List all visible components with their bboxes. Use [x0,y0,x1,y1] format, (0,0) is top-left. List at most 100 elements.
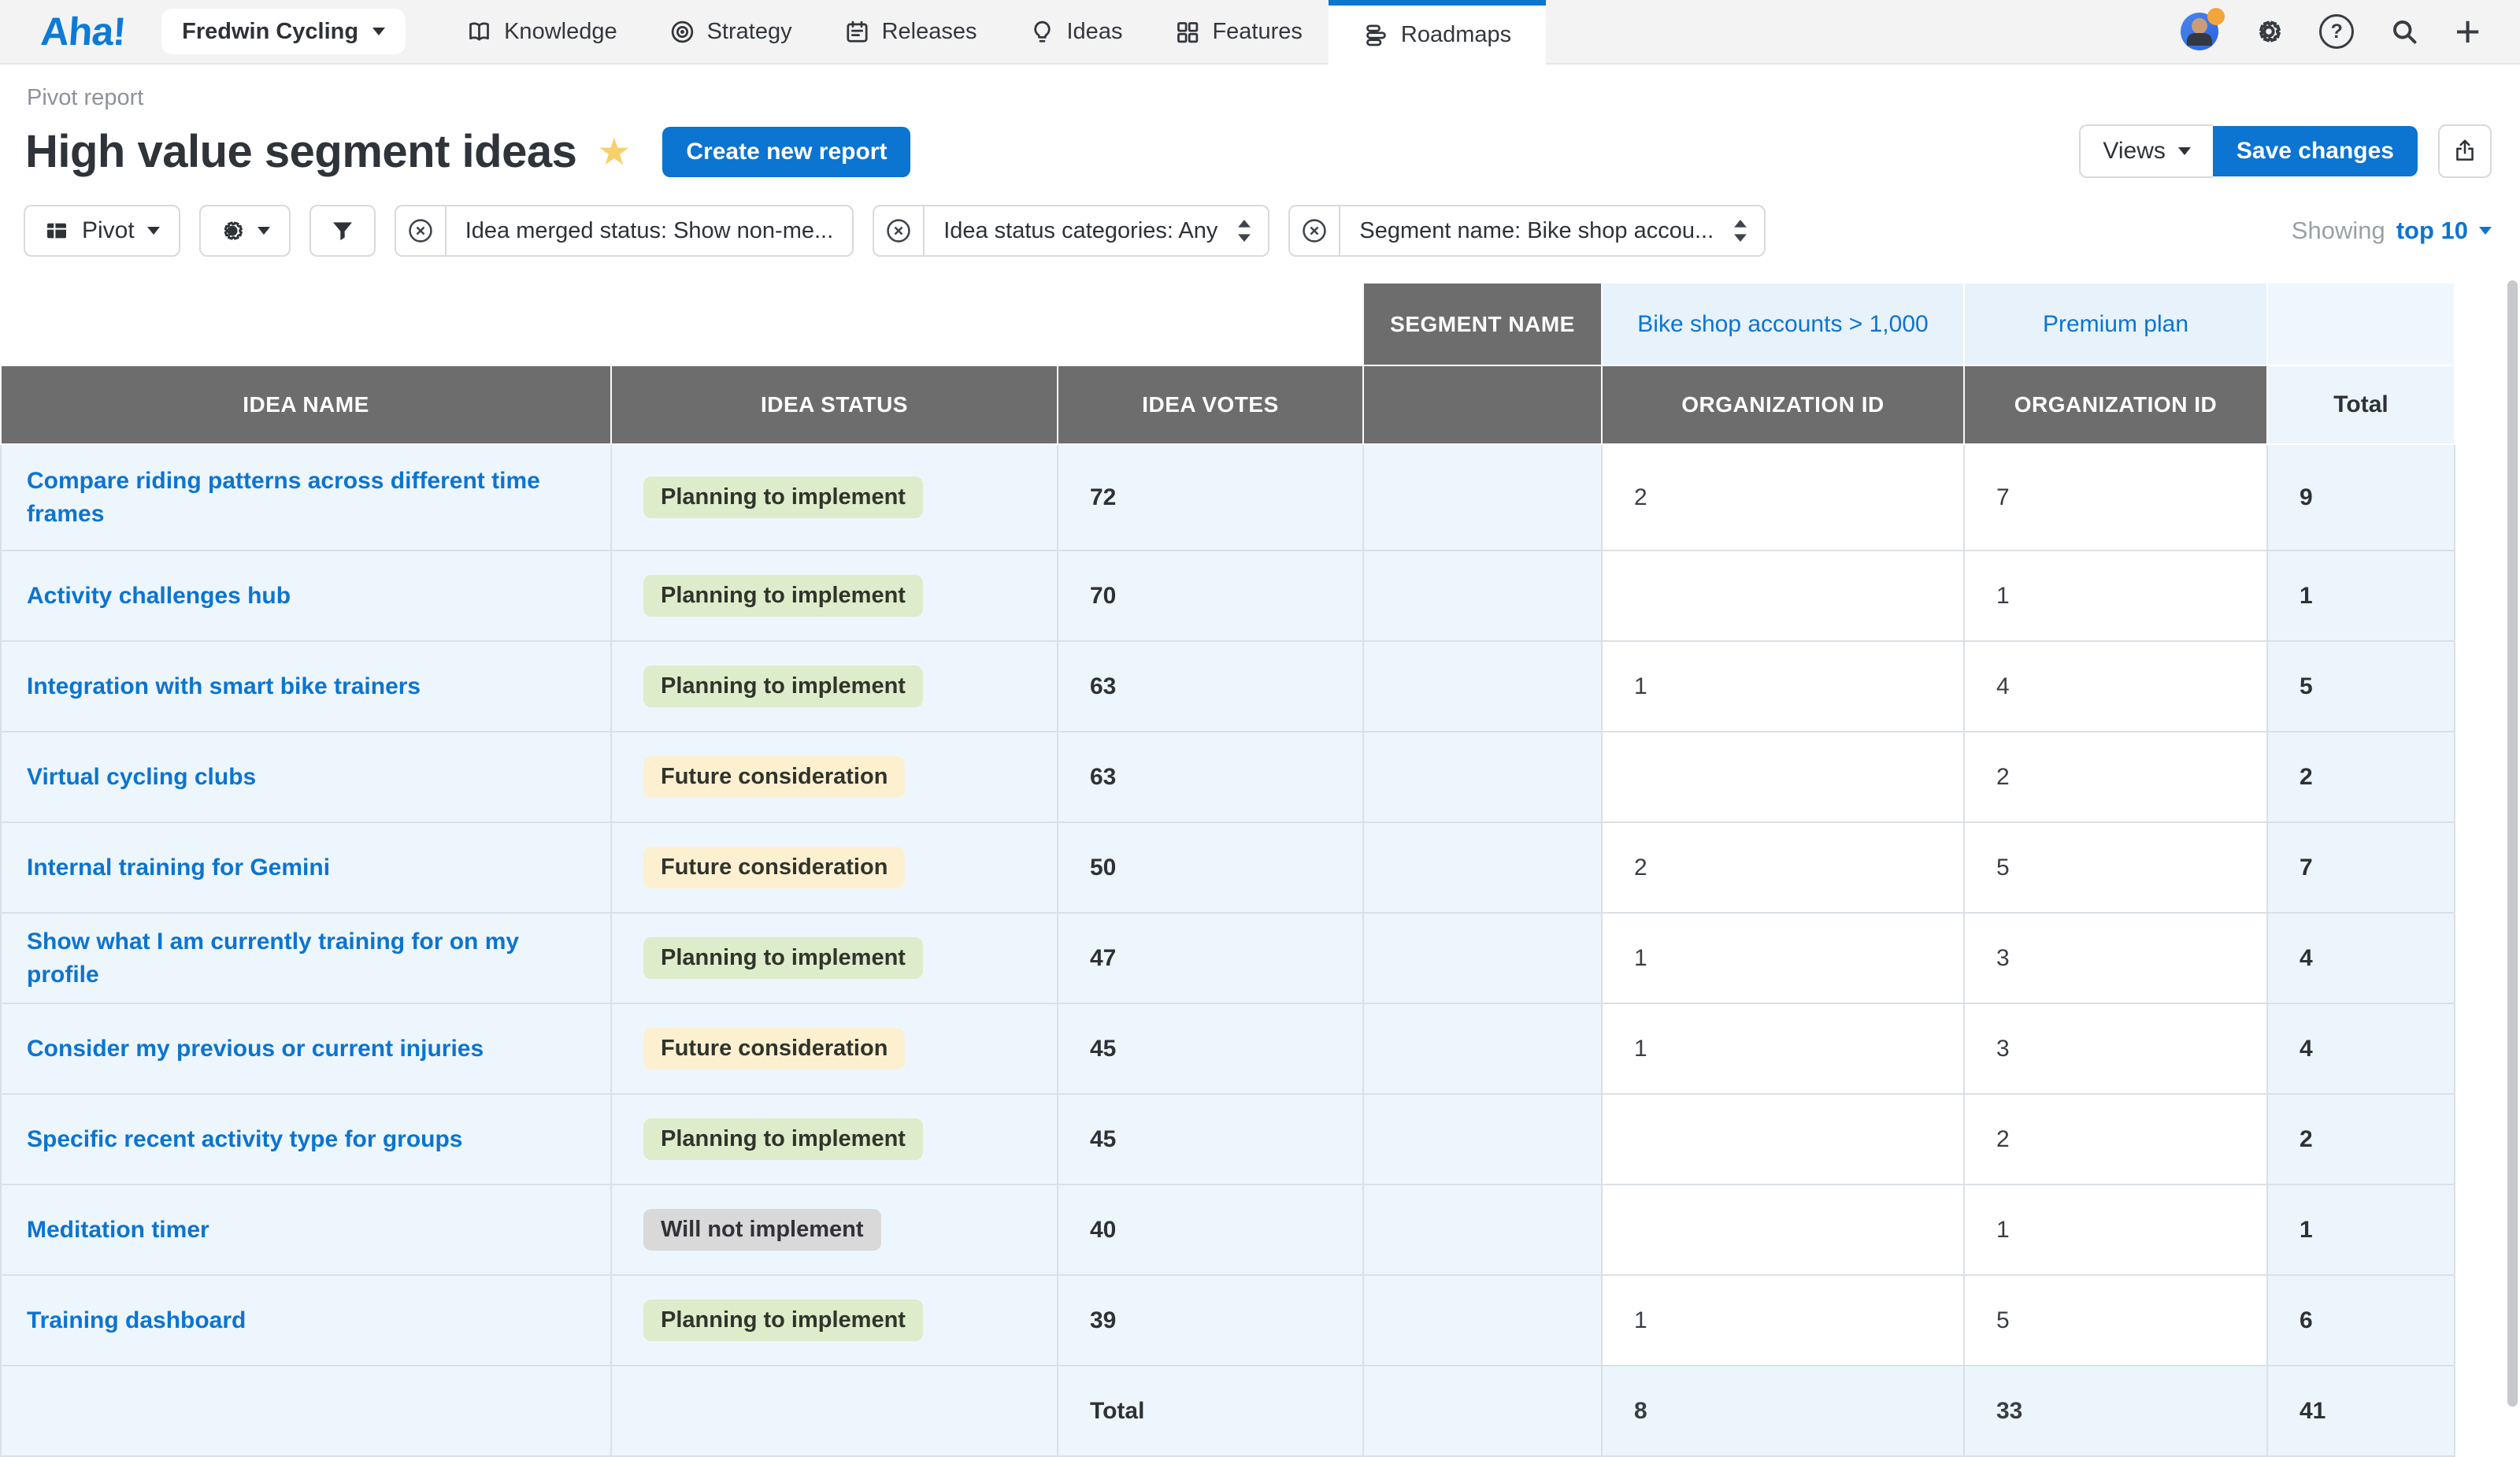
showing-top10-dropdown[interactable]: top 10 [2396,217,2468,245]
filter-button[interactable] [309,205,376,257]
help-icon[interactable]: ? [2319,14,2354,49]
idea-name-cell: Integration with smart bike trainers [1,641,611,732]
org-count-cell-premium-plan: 7 [1964,444,2267,551]
idea-status-cell: Planning to implement [611,913,1058,1003]
total-row-empty-cell [1,1366,611,1456]
aha-logo[interactable]: Aha! [39,9,127,54]
idea-link[interactable]: Consider my previous or current injuries [27,1036,484,1062]
org-count-cell-premium-plan: 1 [1964,1185,2267,1275]
table-row: Show what I am currently training for on… [1,913,2455,1003]
status-badge: Planning to implement [643,937,923,979]
idea-link[interactable]: Specific recent activity type for groups [27,1126,463,1152]
org-count-cell-bike-shop: 1 [1602,913,1964,1003]
remove-filter-icon[interactable] [874,206,925,255]
nav-item-features[interactable]: Features [1148,0,1328,63]
filter-chip-label: Idea status categories: Any [925,218,1236,244]
vertical-scrollbar[interactable] [2507,280,2518,1407]
nav-item-label: Releases [882,19,977,45]
idea-status-cell: Future consideration [611,1003,1058,1094]
idea-link[interactable]: Integration with smart bike trainers [27,673,421,699]
lightbulb-icon [1029,19,1055,45]
remove-filter-icon[interactable] [1290,206,1340,255]
target-icon [669,19,695,45]
gear-icon[interactable] [2255,17,2283,46]
star-icon[interactable]: ★ [597,130,631,174]
table-row: Compare riding patterns across different… [1,444,2455,551]
segment-spacer-cell [1363,913,1602,1003]
idea-link[interactable]: Meditation timer [27,1217,209,1243]
table-row: Virtual cycling clubsFuture consideratio… [1,732,2455,822]
nav-item-releases[interactable]: Releases [818,0,1003,63]
report-settings-button[interactable] [199,205,291,257]
org-count-cell-premium-plan: 4 [1964,641,2267,732]
plus-icon[interactable]: + [2455,17,2481,46]
nav-item-strategy[interactable]: Strategy [643,0,818,63]
nav-tab-roadmaps-active[interactable]: Roadmaps [1329,0,1546,65]
share-button[interactable] [2438,124,2492,178]
remove-filter-icon[interactable] [396,206,447,255]
page-title: High value segment ideas [25,125,576,178]
segment-spacer-cell [1363,732,1602,822]
idea-link[interactable]: Internal training for Gemini [27,855,330,881]
idea-link[interactable]: Virtual cycling clubs [27,764,256,790]
filter-chip-segment-name[interactable]: Segment name: Bike shop accou... [1288,205,1766,257]
status-badge: Planning to implement [643,1299,923,1341]
search-icon[interactable] [2390,17,2418,46]
column-header-row: IDEA NAME IDEA STATUS IDEA VOTES ORGANIZ… [1,365,2455,444]
segment-spacer-header [1363,365,1602,444]
idea-votes-cell: 47 [1058,913,1363,1003]
organization-id-header-1[interactable]: ORGANIZATION ID [1602,365,1964,444]
segment-link-premium-plan[interactable]: Premium plan [2043,311,2188,337]
idea-link[interactable]: Compare riding patterns across different… [27,468,540,527]
circle-x-icon [407,217,434,244]
idea-name-cell: Specific recent activity type for groups [1,1094,611,1185]
header-actions: Views Save changes [2079,124,2492,178]
avatar[interactable] [2181,13,2218,50]
idea-name-cell: Compare riding patterns across different… [1,444,611,551]
pivot-type-button[interactable]: Pivot [24,205,180,257]
roadmap-bars-icon [1363,22,1389,48]
org-count-cell-bike-shop: 1 [1602,1275,1964,1366]
chevron-down-icon[interactable] [2479,227,2492,235]
chevron-down-icon [258,227,270,235]
org-count-cell-bike-shop [1602,1185,1964,1275]
idea-votes-cell: 40 [1058,1185,1363,1275]
segment-header-row: SEGMENT NAME Bike shop accounts > 1,000 … [1,283,2455,365]
workspace-switcher[interactable]: Fredwin Cycling [161,9,406,54]
create-new-report-button[interactable]: Create new report [662,127,910,177]
grand-total-cell: 41 [2267,1366,2455,1456]
segment-spacer-cell [1363,1366,1602,1456]
idea-name-cell: Show what I am currently training for on… [1,913,611,1003]
idea-link[interactable]: Activity challenges hub [27,583,291,609]
total-org-premium-plan: 33 [1964,1366,2267,1456]
save-changes-button[interactable]: Save changes [2213,126,2418,176]
views-label: Views [2103,138,2165,165]
idea-status-header[interactable]: IDEA STATUS [611,365,1058,444]
idea-votes-header[interactable]: IDEA VOTES [1058,365,1363,444]
nav-item-ideas[interactable]: Ideas [1003,0,1149,63]
filter-toolbar: Pivot Idea merged status: Show non-me...… [24,205,2492,257]
nav-item-knowledge[interactable]: Knowledge [440,0,643,63]
org-count-cell-bike-shop [1602,551,1964,641]
pivot-label: Pivot [82,217,135,244]
idea-votes-cell: 70 [1058,551,1363,641]
book-icon [466,19,492,45]
idea-link[interactable]: Training dashboard [27,1307,246,1333]
org-count-cell-premium-plan: 2 [1964,1094,2267,1185]
segment-row-empty-cell [2267,283,2455,365]
idea-name-header[interactable]: IDEA NAME [1,365,611,444]
segment-link-bike-shop[interactable]: Bike shop accounts > 1,000 [1637,311,1928,337]
circle-x-icon [885,217,912,244]
filter-chip-idea-merged-status[interactable]: Idea merged status: Show non-me... [395,205,854,257]
total-column-header: Total [2267,365,2455,444]
organization-id-header-2[interactable]: ORGANIZATION ID [1964,365,2267,444]
filter-chip-idea-status-categories[interactable]: Idea status categories: Any [873,205,1269,257]
org-count-cell-bike-shop [1602,1094,1964,1185]
idea-link[interactable]: Show what I am currently training for on… [27,929,519,988]
idea-status-cell: Planning to implement [611,551,1058,641]
views-button[interactable]: Views [2079,124,2212,178]
nav-item-label: Roadmaps [1401,22,1511,48]
idea-votes-cell: 45 [1058,1003,1363,1094]
funnel-icon [330,218,355,243]
status-badge: Will not implement [643,1209,881,1251]
